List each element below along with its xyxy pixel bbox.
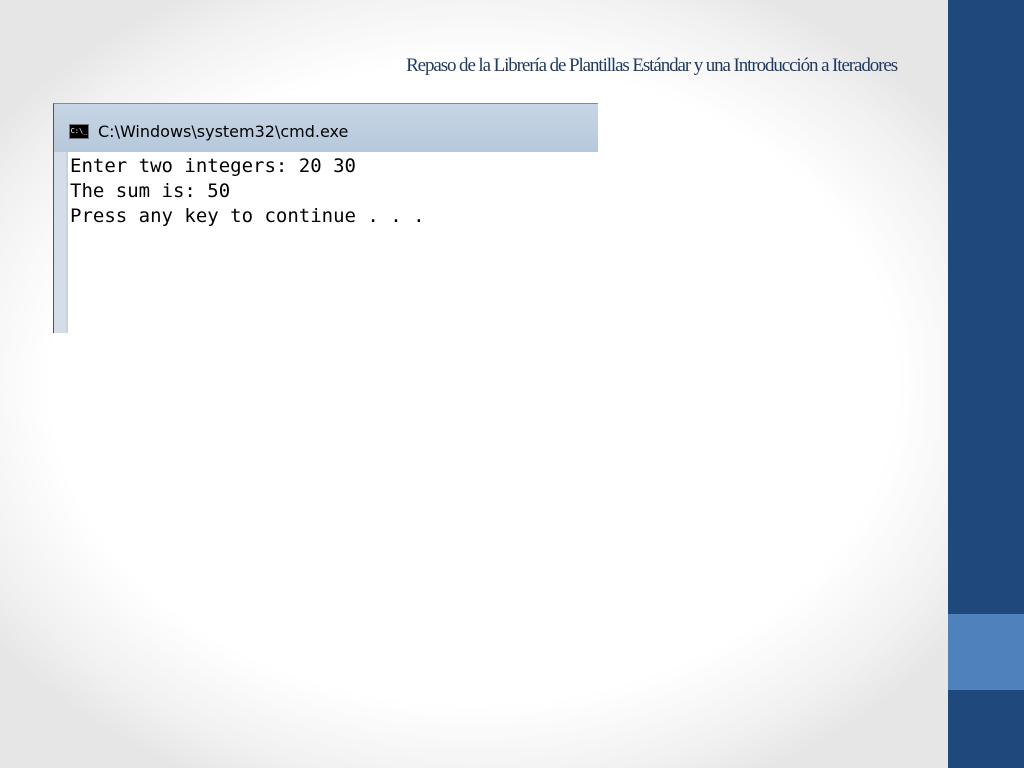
console-line: Press any key to continue . . . (70, 205, 425, 227)
console-line: The sum is: 50 (70, 180, 231, 202)
console-line: Enter two integers: 20 30 (70, 155, 356, 177)
window-titlebar[interactable]: C:\_ C:\Windows\system32\cmd.exe (54, 104, 598, 152)
window-title: C:\Windows\system32\cmd.exe (98, 122, 349, 141)
slide-title: Repaso de la Librería de Plantillas Está… (406, 55, 898, 76)
cmd-window[interactable]: C:\_ C:\Windows\system32\cmd.exe Enter t… (53, 103, 598, 333)
console-output[interactable]: Enter two integers: 20 30 The sum is: 50… (66, 152, 598, 333)
side-accent-block (948, 614, 1024, 690)
cmd-icon: C:\_ (69, 124, 89, 139)
